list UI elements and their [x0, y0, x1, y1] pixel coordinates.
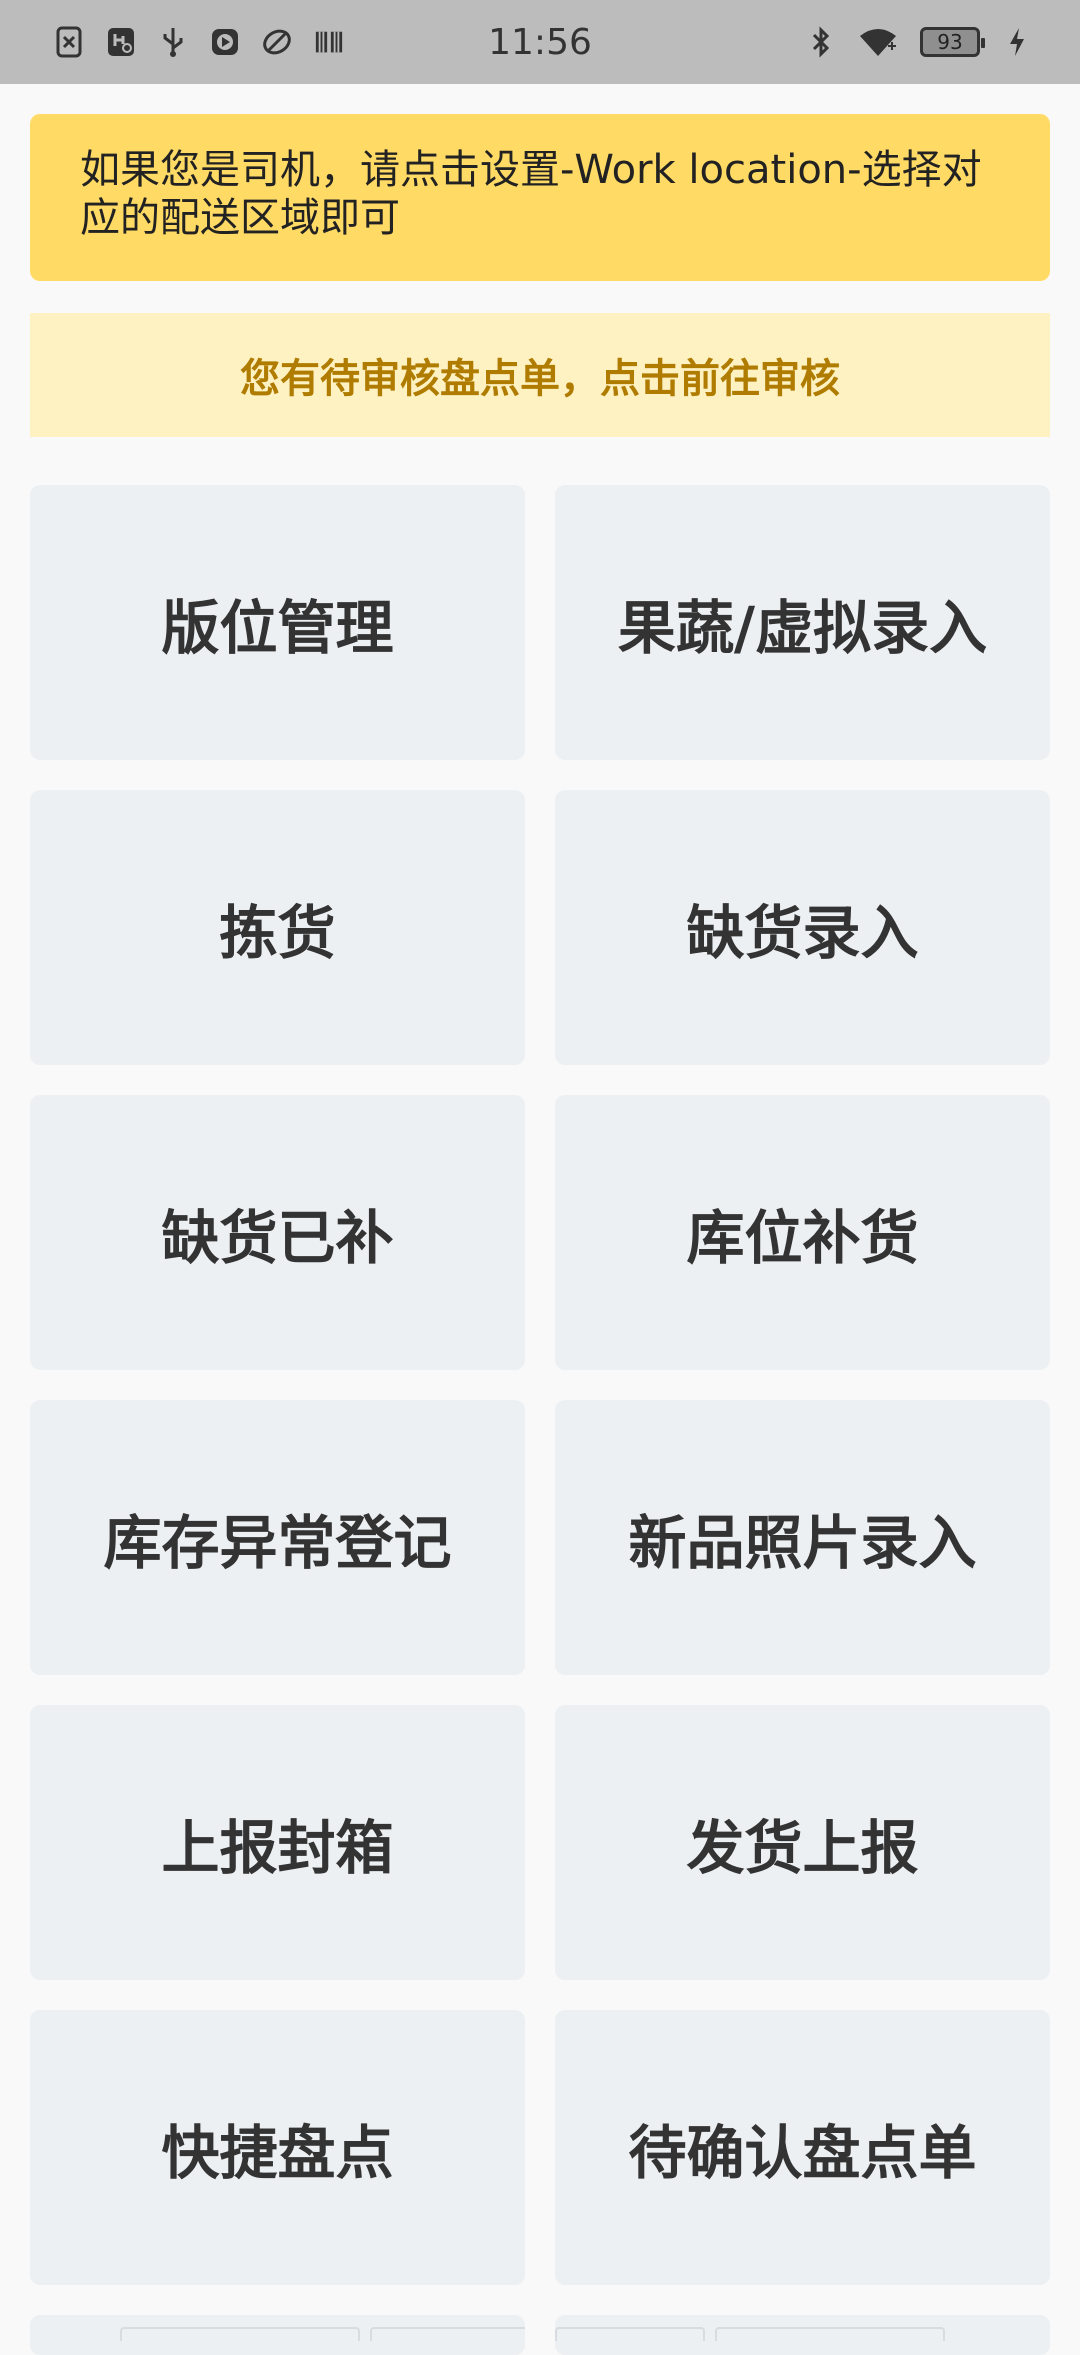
menu-tile-location-replenish[interactable]: 库位补货 — [555, 1095, 1050, 1370]
menu-tile-shortage-replenished[interactable]: 缺货已补 — [30, 1095, 525, 1370]
menu-tile-partial[interactable] — [30, 2315, 525, 2355]
menu-tile-new-product-photo[interactable]: 新品照片录入 — [555, 1400, 1050, 1675]
battery-icon: 93 — [920, 27, 985, 57]
menu-tile-report-seal-box[interactable]: 上报封箱 — [30, 1705, 525, 1980]
menu-tile-quick-stocktake[interactable]: 快捷盘点 — [30, 2010, 525, 2285]
tile-label: 库位补货 — [686, 1203, 919, 1272]
status-left-icons — [54, 25, 344, 59]
wifi-icon — [858, 25, 898, 59]
link-icon — [262, 25, 292, 59]
menu-tile-produce-virtual-entry[interactable]: 果蔬/虚拟录入 — [555, 485, 1050, 760]
usb-settings-icon — [106, 25, 136, 59]
tile-label: 发货上报 — [686, 1813, 919, 1882]
tile-label: 新品照片录入 — [628, 1508, 977, 1577]
tile-label: 缺货已补 — [161, 1203, 394, 1272]
bluetooth-icon — [806, 25, 836, 59]
tile-stub — [555, 2327, 705, 2341]
menu-tile-partial[interactable] — [555, 2315, 1050, 2355]
menu-grid: 版位管理 果蔬/虚拟录入 拣货 缺货录入 缺货已补 库位补货 库存异常登记 新品… — [30, 485, 1050, 2285]
book-icon — [314, 25, 344, 59]
charging-icon — [1002, 25, 1032, 59]
menu-partial-row — [30, 2315, 1050, 2355]
sim-x-icon — [54, 25, 84, 59]
tile-label: 版位管理 — [161, 593, 394, 662]
usb-icon — [158, 25, 188, 59]
battery-level: 93 — [937, 30, 963, 54]
tile-label: 果蔬/虚拟录入 — [617, 593, 988, 662]
driver-tip-text: 如果您是司机，请点击设置-Work location-选择对应的配送区域即可 — [80, 147, 982, 241]
driver-tip-banner: 如果您是司机，请点击设置-Work location-选择对应的配送区域即可 — [30, 114, 1050, 281]
tile-label: 库存异常登记 — [103, 1508, 452, 1577]
menu-tile-slot-management[interactable]: 版位管理 — [30, 485, 525, 760]
tile-label: 缺货录入 — [686, 898, 919, 967]
pending-audit-banner[interactable]: 您有待审核盘点单，点击前往审核 — [30, 313, 1050, 437]
tile-label: 上报封箱 — [161, 1813, 394, 1882]
tile-stub — [120, 2327, 360, 2341]
menu-tile-picking[interactable]: 拣货 — [30, 790, 525, 1065]
menu-tile-pending-stocktake[interactable]: 待确认盘点单 — [555, 2010, 1050, 2285]
play-icon — [210, 25, 240, 59]
menu-tile-shipment-report[interactable]: 发货上报 — [555, 1705, 1050, 1980]
tile-stub — [715, 2327, 945, 2341]
tile-stub — [370, 2327, 525, 2341]
pending-audit-text: 您有待审核盘点单，点击前往审核 — [240, 356, 840, 402]
tile-label: 快捷盘点 — [161, 2118, 394, 2187]
tile-label: 待确认盘点单 — [628, 2118, 977, 2187]
status-bar: 93 11:56 — [0, 0, 1080, 84]
menu-tile-inventory-exception[interactable]: 库存异常登记 — [30, 1400, 525, 1675]
status-right-icons: 93 — [806, 25, 1032, 59]
menu-tile-shortage-entry[interactable]: 缺货录入 — [555, 790, 1050, 1065]
tile-label: 拣货 — [219, 898, 336, 967]
